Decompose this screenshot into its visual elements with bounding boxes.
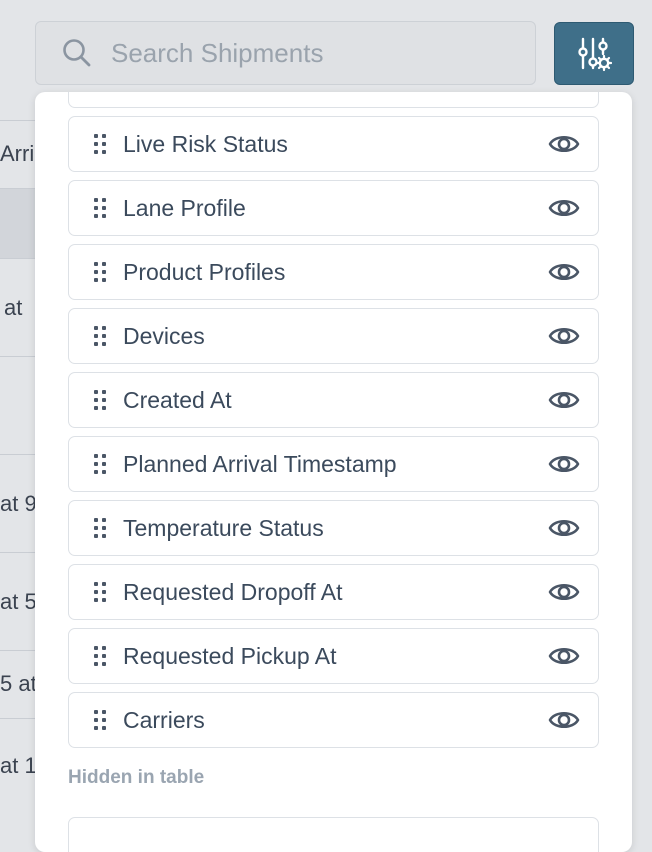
column-label: Requested Dropoff At — [123, 578, 343, 605]
column-row[interactable]: Devices — [68, 308, 599, 364]
column-label: Product Profiles — [123, 258, 286, 285]
drag-handle-icon[interactable] — [93, 389, 107, 411]
table-cell-fragment: at 5 — [0, 589, 37, 614]
drag-handle-icon[interactable] — [93, 645, 107, 667]
table-header-fragment: Arri — [0, 141, 35, 166]
column-row[interactable] — [68, 92, 599, 108]
column-visibility-panel: Live Risk Status Lane Profile Product Prof… — [35, 92, 632, 852]
drag-handle-icon[interactable] — [93, 453, 107, 475]
search-icon — [63, 39, 91, 67]
column-label: Devices — [123, 322, 205, 349]
hidden-section-label: Hidden in table — [68, 767, 205, 788]
drag-handle-icon[interactable] — [93, 133, 107, 155]
column-label: Created At — [123, 386, 232, 413]
column-row[interactable]: Lane Profile — [68, 180, 599, 236]
drag-handle-icon[interactable] — [93, 581, 107, 603]
eye-icon[interactable] — [548, 387, 580, 413]
column-label: Temperature Status — [123, 514, 324, 541]
eye-icon[interactable] — [548, 579, 580, 605]
column-label: Planned Arrival Timestamp — [123, 450, 397, 477]
column-row[interactable]: Live Risk Status — [68, 116, 599, 172]
table-cell-fragment: at 1 — [0, 753, 37, 778]
table-cell-fragment: at — [4, 295, 23, 320]
eye-icon[interactable] — [548, 707, 580, 733]
drag-handle-icon[interactable] — [93, 261, 107, 283]
column-row[interactable]: Requested Pickup At — [68, 628, 599, 684]
drag-handle-icon[interactable] — [93, 517, 107, 539]
search-box[interactable] — [35, 21, 536, 85]
eye-icon[interactable] — [548, 643, 580, 669]
column-row[interactable]: Created At — [68, 372, 599, 428]
column-row[interactable]: Temperature Status — [68, 500, 599, 556]
column-label: Lane Profile — [123, 194, 246, 221]
column-row[interactable]: Carriers — [68, 692, 599, 748]
drag-handle-icon[interactable] — [93, 197, 107, 219]
eye-icon[interactable] — [548, 323, 580, 349]
table-cell-fragment: at 9 — [0, 491, 37, 516]
column-row[interactable]: Planned Arrival Timestamp — [68, 436, 599, 492]
column-row[interactable]: Requested Dropoff At — [68, 564, 599, 620]
drag-handle-icon[interactable] — [93, 709, 107, 731]
drag-handle-icon[interactable] — [93, 325, 107, 347]
column-settings-button[interactable] — [554, 22, 634, 85]
column-row[interactable] — [68, 817, 599, 852]
column-label: Requested Pickup At — [123, 642, 337, 669]
search-input[interactable] — [109, 36, 513, 70]
sliders-gear-icon — [578, 37, 612, 71]
column-label: Live Risk Status — [123, 130, 288, 157]
table-cell-fragment: 5 at — [0, 671, 37, 696]
eye-icon[interactable] — [548, 451, 580, 477]
eye-icon[interactable] — [548, 515, 580, 541]
eye-icon[interactable] — [548, 131, 580, 157]
column-row[interactable]: Product Profiles — [68, 244, 599, 300]
eye-icon[interactable] — [548, 259, 580, 285]
eye-icon[interactable] — [548, 195, 580, 221]
column-label: Carriers — [123, 706, 205, 733]
